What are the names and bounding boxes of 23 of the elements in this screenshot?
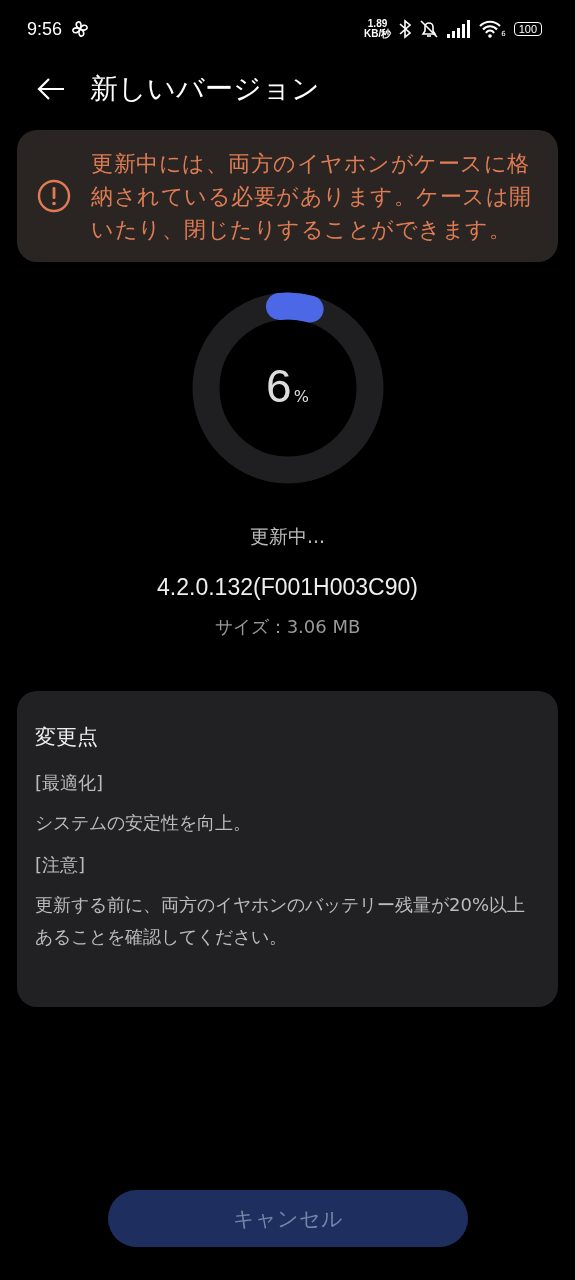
- percent-unit: %: [293, 387, 309, 406]
- version-text: 4.2.0.132(F001H003C90): [156, 574, 419, 601]
- section-text: システムの安定性を向上。: [35, 811, 252, 835]
- progress-value: 6: [266, 360, 292, 412]
- wifi-icon: [479, 20, 502, 38]
- battery-indicator: 100: [513, 22, 542, 36]
- section-heading: [最適化]: [35, 771, 105, 795]
- size-text: サイズ：3.06 MB: [213, 615, 362, 639]
- back-arrow-icon[interactable]: [36, 77, 66, 101]
- bell-muted-icon: [419, 19, 440, 39]
- signal-icon: [447, 20, 472, 38]
- cancel-button[interactable]: キャンセル: [107, 1190, 468, 1247]
- fan-icon: [70, 19, 91, 39]
- page-title: 新しいバージョン: [90, 71, 320, 107]
- update-status-text: 更新中...: [248, 524, 327, 549]
- status-time: 9:56: [27, 18, 63, 40]
- bluetooth-icon: [399, 19, 412, 39]
- section-text: 更新する前に、両方のイヤホンのバッテリー残量が20%以上あることを確認してください。: [35, 893, 526, 949]
- warning-icon: [37, 179, 71, 213]
- changelog-title: 変更点: [35, 724, 99, 751]
- warning-text: 更新中には、両方のイヤホンがケースに格納されている必要があります。ケースは開いたり、閉じたりすることができます。: [91, 149, 533, 244]
- network-speed: 1.89 KB/秒: [363, 19, 392, 39]
- section-heading: [注意]: [35, 853, 87, 877]
